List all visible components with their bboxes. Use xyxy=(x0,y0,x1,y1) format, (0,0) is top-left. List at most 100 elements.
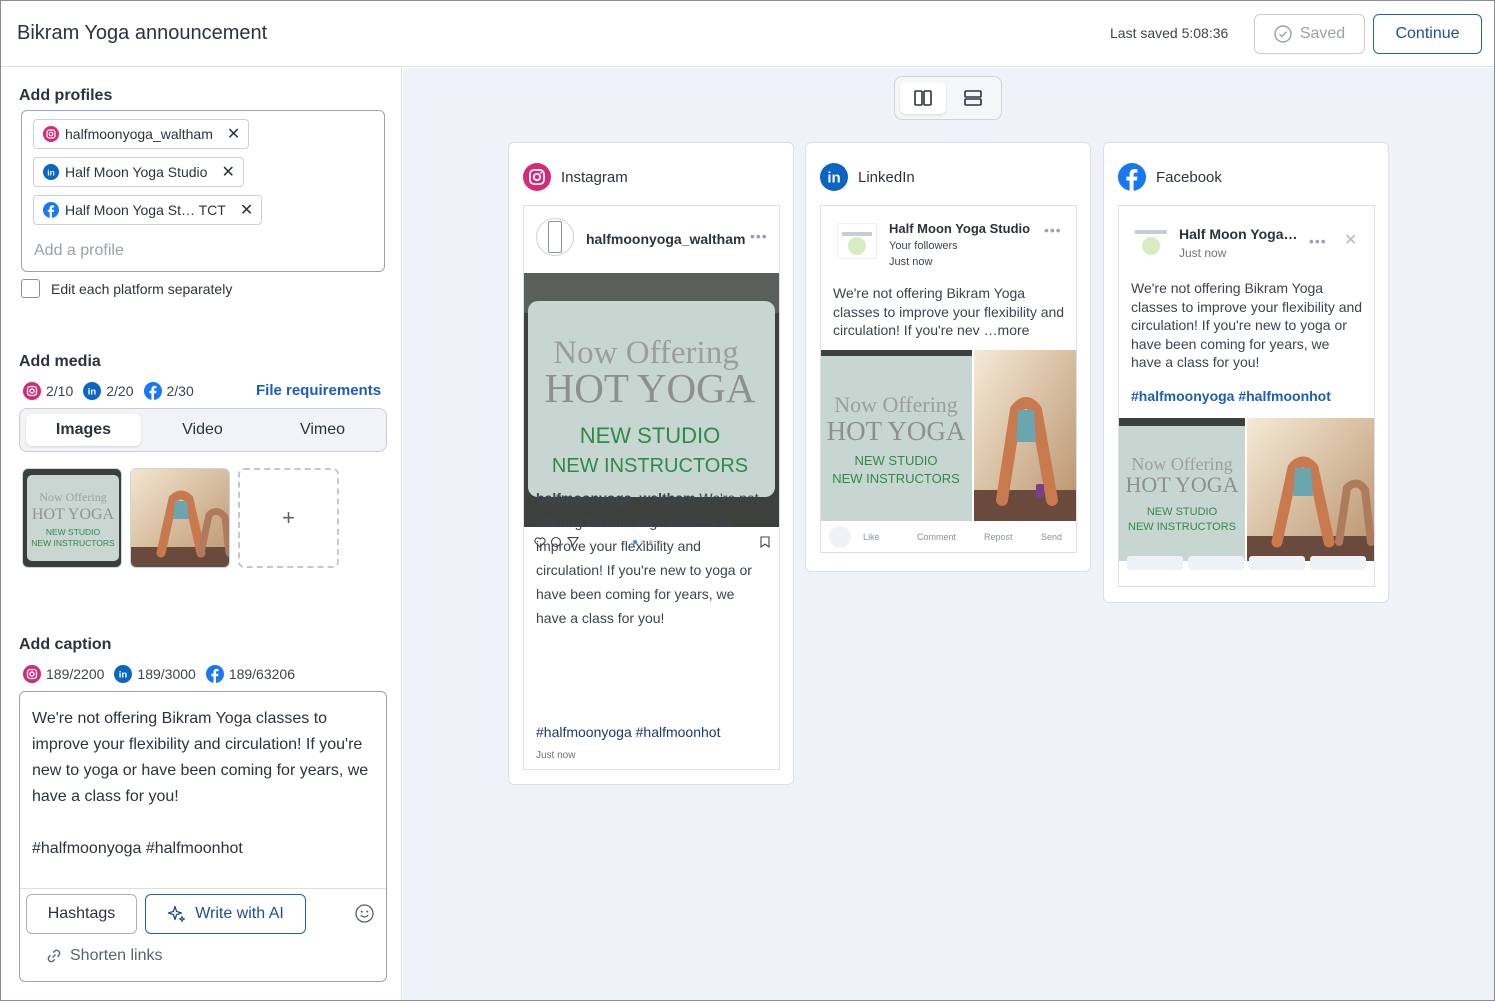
facebook-media-count: 2/30 xyxy=(166,383,194,399)
media-thumbnail-sign[interactable]: Now Offering HOT YOGA NEW STUDIO NEW INS… xyxy=(22,468,122,568)
facebook-caption: We're not offering Bikram Yoga classes t… xyxy=(1131,280,1363,370)
saved-label: Saved xyxy=(1299,25,1346,42)
avatar xyxy=(837,223,877,259)
share-action[interactable] xyxy=(1248,556,1305,570)
caption-editor[interactable]: We're not offering Bikram Yoga classes t… xyxy=(19,691,387,982)
linkedin-caption-text: We're not offering Bikram Yoga classes t… xyxy=(833,285,1065,338)
more-options-icon[interactable]: ••• xyxy=(1044,222,1062,238)
yoga-photo xyxy=(131,469,229,567)
add-caption-title: Add caption xyxy=(19,636,112,653)
facebook-caption-count: 189/63206 xyxy=(228,666,295,682)
sign-line-1: Now Offering xyxy=(39,490,106,504)
close-icon[interactable]: ✕ xyxy=(1344,230,1357,250)
file-requirements-link[interactable]: File requirements xyxy=(256,382,381,399)
linkedin-post: Half Moon Yoga Studio Your followers Jus… xyxy=(820,205,1077,553)
linkedin-page-name: Half Moon Yoga Studio xyxy=(889,221,1031,236)
shorten-links-toggle[interactable]: Shorten links xyxy=(46,947,163,965)
profiles-field[interactable]: halfmoonyoga_waltham ✕ in Half Moon Yoga… xyxy=(21,110,385,272)
shorten-links-label: Shorten links xyxy=(70,947,163,964)
edit-separately-label: Edit each platform separately xyxy=(51,280,233,297)
linkedin-icon: in xyxy=(114,665,133,683)
facebook-image-yoga xyxy=(1247,418,1374,561)
tab-vimeo[interactable]: Vimeo xyxy=(265,414,380,446)
instagram-platform-label: Instagram xyxy=(561,168,628,186)
remove-profile-button[interactable]: ✕ xyxy=(227,124,240,144)
remove-profile-button[interactable]: ✕ xyxy=(240,200,253,220)
media-counts: 2/10 in 2/20 2/30 xyxy=(23,382,204,400)
hashtags-button[interactable]: Hashtags xyxy=(26,894,137,934)
sign-line-1: Now Offering xyxy=(1131,454,1232,474)
profile-chip-facebook: Half Moon Yoga St… TCT ✕ xyxy=(33,195,263,225)
emoji-icon[interactable] xyxy=(355,904,374,923)
last-saved-text: Last saved 5:08:36 xyxy=(1110,25,1229,41)
tab-video[interactable]: Video xyxy=(145,414,260,446)
sign-line-4: NEW INSTRUCTORS xyxy=(832,471,960,486)
sign-line-2: HOT YOGA xyxy=(1125,472,1238,497)
instagram-username: halfmoonyoga_waltham xyxy=(586,231,746,247)
add-media-button[interactable]: + xyxy=(238,468,339,568)
more-options-icon[interactable]: ••• xyxy=(750,228,768,244)
edit-separately-checkbox[interactable] xyxy=(21,279,40,298)
remove-profile-button[interactable]: ✕ xyxy=(221,162,234,182)
linkedin-platform-label: LinkedIn xyxy=(858,168,915,186)
avatar xyxy=(536,218,574,256)
link-icon xyxy=(47,949,61,963)
like-action[interactable] xyxy=(1127,556,1184,570)
rows-view-button[interactable] xyxy=(950,82,996,114)
sign-line-2: HOT YOGA xyxy=(827,416,966,446)
linkedin-audience: Your followers xyxy=(889,240,958,252)
facebook-image-sign: Now Offering HOT YOGA NEW STUDIO NEW INS… xyxy=(1119,418,1245,561)
svg-text:in: in xyxy=(47,167,55,177)
columns-icon xyxy=(914,90,932,106)
like-action[interactable]: Like xyxy=(863,532,880,542)
rows-icon xyxy=(964,90,982,106)
facebook-actions xyxy=(1119,556,1374,574)
sign-line-4: NEW INSTRUCTORS xyxy=(31,538,115,548)
sign-line-1: Now Offering xyxy=(834,392,958,417)
facebook-hashtags[interactable]: #halfmoonyoga #halfmoonhot xyxy=(1131,388,1331,404)
tab-images[interactable]: Images xyxy=(26,414,141,446)
see-more-link[interactable]: …more xyxy=(984,322,1030,338)
instagram-hashtags[interactable]: #halfmoonyoga #halfmoonhot xyxy=(536,724,720,740)
editor-panel: Add profiles halfmoonyoga_waltham ✕ in H… xyxy=(1,68,402,1000)
linkedin-preview-card: in LinkedIn Half Moon Yoga Studio Your f… xyxy=(805,142,1091,572)
caption-textarea[interactable]: We're not offering Bikram Yoga classes t… xyxy=(32,706,372,862)
write-with-ai-button[interactable]: Write with AI xyxy=(145,894,306,934)
facebook-timestamp: Just now xyxy=(1179,246,1227,260)
sign-photo: Now Offering HOT YOGA NEW STUDIO NEW INS… xyxy=(23,469,121,567)
profile-chip-label: Half Moon Yoga St… TCT xyxy=(65,202,226,218)
send-action[interactable]: Send xyxy=(1041,532,1062,542)
instagram-caption: halfmoonyoga_waltham We're not offering … xyxy=(536,486,768,630)
instagram-caption-text: We're not offering Bikram Yoga classes t… xyxy=(536,490,759,626)
facebook-preview-card: Facebook Half Moon Yoga… Just now ••• ✕ … xyxy=(1103,142,1389,603)
comment-action[interactable]: Comment xyxy=(917,532,956,542)
linkedin-timestamp: Just now xyxy=(889,256,933,268)
send-action[interactable] xyxy=(1309,556,1366,570)
sign-line-3: NEW STUDIO xyxy=(580,423,721,448)
add-media-title: Add media xyxy=(19,353,101,370)
instagram-caption-count: 189/2200 xyxy=(46,666,105,682)
check-circle-icon xyxy=(1274,25,1292,43)
repost-action[interactable]: Repost xyxy=(984,532,1013,542)
post-title[interactable]: Bikram Yoga announcement xyxy=(17,22,267,45)
linkedin-caption-count: 189/3000 xyxy=(137,666,196,682)
edit-separately-row[interactable]: Edit each platform separately xyxy=(21,279,232,298)
linkedin-caption: We're not offering Bikram Yoga classes t… xyxy=(833,284,1067,340)
add-profile-input[interactable]: Add a profile xyxy=(34,242,124,260)
svg-text:in: in xyxy=(119,670,128,681)
continue-button[interactable]: Continue xyxy=(1373,14,1482,54)
instagram-icon xyxy=(43,126,59,142)
facebook-icon xyxy=(1118,163,1146,191)
facebook-icon xyxy=(43,202,59,218)
caption-counts: 189/2200 in 189/3000 189/63206 xyxy=(23,665,305,683)
instagram-icon xyxy=(23,665,41,683)
columns-view-button[interactable] xyxy=(900,82,946,114)
profile-chip-label: halfmoonyoga_waltham xyxy=(65,126,213,142)
sparkle-icon xyxy=(168,905,186,923)
avatar xyxy=(829,526,851,548)
more-options-icon[interactable]: ••• xyxy=(1309,233,1327,249)
media-thumbnail-yoga[interactable] xyxy=(130,468,230,568)
sign-line-3: NEW STUDIO xyxy=(854,453,937,468)
comment-action[interactable] xyxy=(1188,556,1245,570)
linkedin-icon: in xyxy=(43,164,59,180)
